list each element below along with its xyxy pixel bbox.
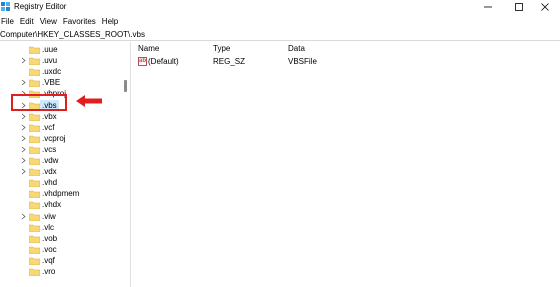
tree-item-label: .vbx xyxy=(42,111,57,121)
tree-item-label: .vro xyxy=(42,267,56,276)
tree-item[interactable]: .vdx xyxy=(0,166,120,177)
tree-item-label: .vhdx xyxy=(42,200,62,210)
chevron-right-icon[interactable] xyxy=(20,213,27,220)
highlight-box xyxy=(11,94,67,111)
chevron-right-icon[interactable] xyxy=(20,157,27,164)
chevron-right-icon[interactable] xyxy=(20,57,27,64)
tree-item[interactable]: .vob xyxy=(0,233,120,244)
tree-item[interactable]: .vhd xyxy=(0,177,120,188)
string-value-icon: ab xyxy=(138,57,147,66)
tree-item-label: .vqf xyxy=(42,255,55,265)
tree-item-label: .VBE xyxy=(42,78,61,88)
folder-icon xyxy=(29,124,40,132)
folder-icon xyxy=(29,113,40,121)
folder-icon xyxy=(29,146,40,154)
chevron-right-icon[interactable] xyxy=(20,124,27,131)
tree-item-label: .uvu xyxy=(42,56,58,66)
close-icon xyxy=(541,3,549,11)
chevron-right-icon[interactable] xyxy=(20,135,27,142)
menu-file[interactable]: File xyxy=(0,16,16,28)
value-data: VBSFile xyxy=(288,57,317,66)
address-bar[interactable]: Computer\HKEY_CLASSES_ROOT\.vbs xyxy=(0,29,560,41)
menu-edit[interactable]: Edit xyxy=(18,16,36,28)
chevron-right-icon[interactable] xyxy=(20,113,27,120)
folder-icon xyxy=(29,202,40,210)
tree-item-label: .uxdc xyxy=(42,67,62,77)
red-arrow-icon xyxy=(76,95,102,107)
key-tree-pane[interactable]: .uue .uvu .uxdc .VBE .vbproj .vbs .vbx .vcf .vcp… xyxy=(0,42,131,287)
tree-item-label: .vdw xyxy=(42,156,59,165)
value-name: (Default) xyxy=(148,57,179,66)
tree-item-label: .vcf xyxy=(42,122,55,132)
tree-item[interactable]: .vlc xyxy=(0,222,120,233)
maximize-icon xyxy=(515,3,523,11)
tree-item[interactable]: .vcproj xyxy=(0,133,120,144)
value-row[interactable]: ab (Default) REG_SZ VBSFile xyxy=(132,56,432,67)
value-type: REG_SZ xyxy=(213,57,246,66)
close-button[interactable] xyxy=(530,0,560,14)
tree-item-label: .uue xyxy=(42,45,58,54)
tree-item[interactable]: .vbx xyxy=(0,111,120,122)
tree-item-label: .viw xyxy=(42,211,56,221)
values-pane[interactable]: Name Type Data ab (Default) REG_SZ VBSFi… xyxy=(132,42,560,287)
minimize-icon xyxy=(484,6,492,8)
folder-icon xyxy=(29,224,40,232)
folder-icon xyxy=(29,191,40,199)
tree-item-label: .vcproj xyxy=(42,133,66,143)
column-header-data[interactable]: Data xyxy=(288,44,305,54)
tree-scrollbar[interactable] xyxy=(122,42,130,287)
folder-icon xyxy=(29,235,40,243)
tree-item[interactable]: .vdw xyxy=(0,155,120,166)
folder-icon xyxy=(29,157,40,165)
folder-icon xyxy=(29,268,40,276)
folder-icon xyxy=(29,57,40,66)
tree-item-label: .vcs xyxy=(42,144,57,154)
folder-icon xyxy=(29,135,40,143)
title-bar: Registry Editor xyxy=(0,0,560,14)
tree-item[interactable]: .uue xyxy=(0,44,120,55)
tree-item-label: .voc xyxy=(42,244,57,254)
tree-item[interactable]: .viw xyxy=(0,211,120,222)
folder-icon xyxy=(29,168,40,177)
column-header-name[interactable]: Name xyxy=(138,44,159,54)
minimize-button[interactable] xyxy=(473,0,503,14)
folder-icon xyxy=(29,257,40,265)
menu-favorites[interactable]: Favorites xyxy=(61,16,98,28)
chevron-right-icon[interactable] xyxy=(20,168,27,175)
window-title: Registry Editor xyxy=(14,2,67,11)
chevron-right-icon[interactable] xyxy=(20,146,27,153)
tree-item[interactable]: .VBE xyxy=(0,77,120,88)
tree-item[interactable]: .vhdx xyxy=(0,199,120,210)
registry-editor-icon xyxy=(1,2,10,11)
folder-icon xyxy=(29,213,40,221)
tree-item[interactable]: .vro xyxy=(0,266,120,277)
tree-item-label: .vlc xyxy=(42,222,54,232)
menu-view[interactable]: View xyxy=(38,16,59,28)
tree-item[interactable]: .voc xyxy=(0,244,120,255)
tree-item[interactable]: .uvu xyxy=(0,55,120,66)
tree-item[interactable]: .vcs xyxy=(0,144,120,155)
address-path[interactable]: Computer\HKEY_CLASSES_ROOT\.vbs xyxy=(0,30,145,40)
tree-item[interactable]: .uxdc xyxy=(0,66,120,77)
folder-icon xyxy=(29,179,40,188)
menu-help[interactable]: Help xyxy=(100,16,120,28)
column-header-type[interactable]: Type xyxy=(213,44,230,54)
tree-item[interactable]: .vcf xyxy=(0,122,120,133)
folder-icon xyxy=(29,46,40,54)
tree-item-label: .vdx xyxy=(42,167,57,177)
folder-icon xyxy=(29,68,40,77)
tree-item[interactable]: .vqf xyxy=(0,255,120,266)
menu-bar: File Edit View Favorites Help xyxy=(0,16,122,28)
tree-item-label: .vhd xyxy=(42,178,58,188)
tree-item[interactable]: .vhdpmem xyxy=(0,188,120,199)
tree-item-label: .vob xyxy=(42,233,58,243)
tree-item-label: .vhdpmem xyxy=(42,189,80,199)
chevron-right-icon[interactable] xyxy=(20,79,27,86)
folder-icon xyxy=(29,246,40,254)
folder-icon xyxy=(29,80,40,88)
tree-scrollbar-thumb[interactable] xyxy=(124,80,127,92)
